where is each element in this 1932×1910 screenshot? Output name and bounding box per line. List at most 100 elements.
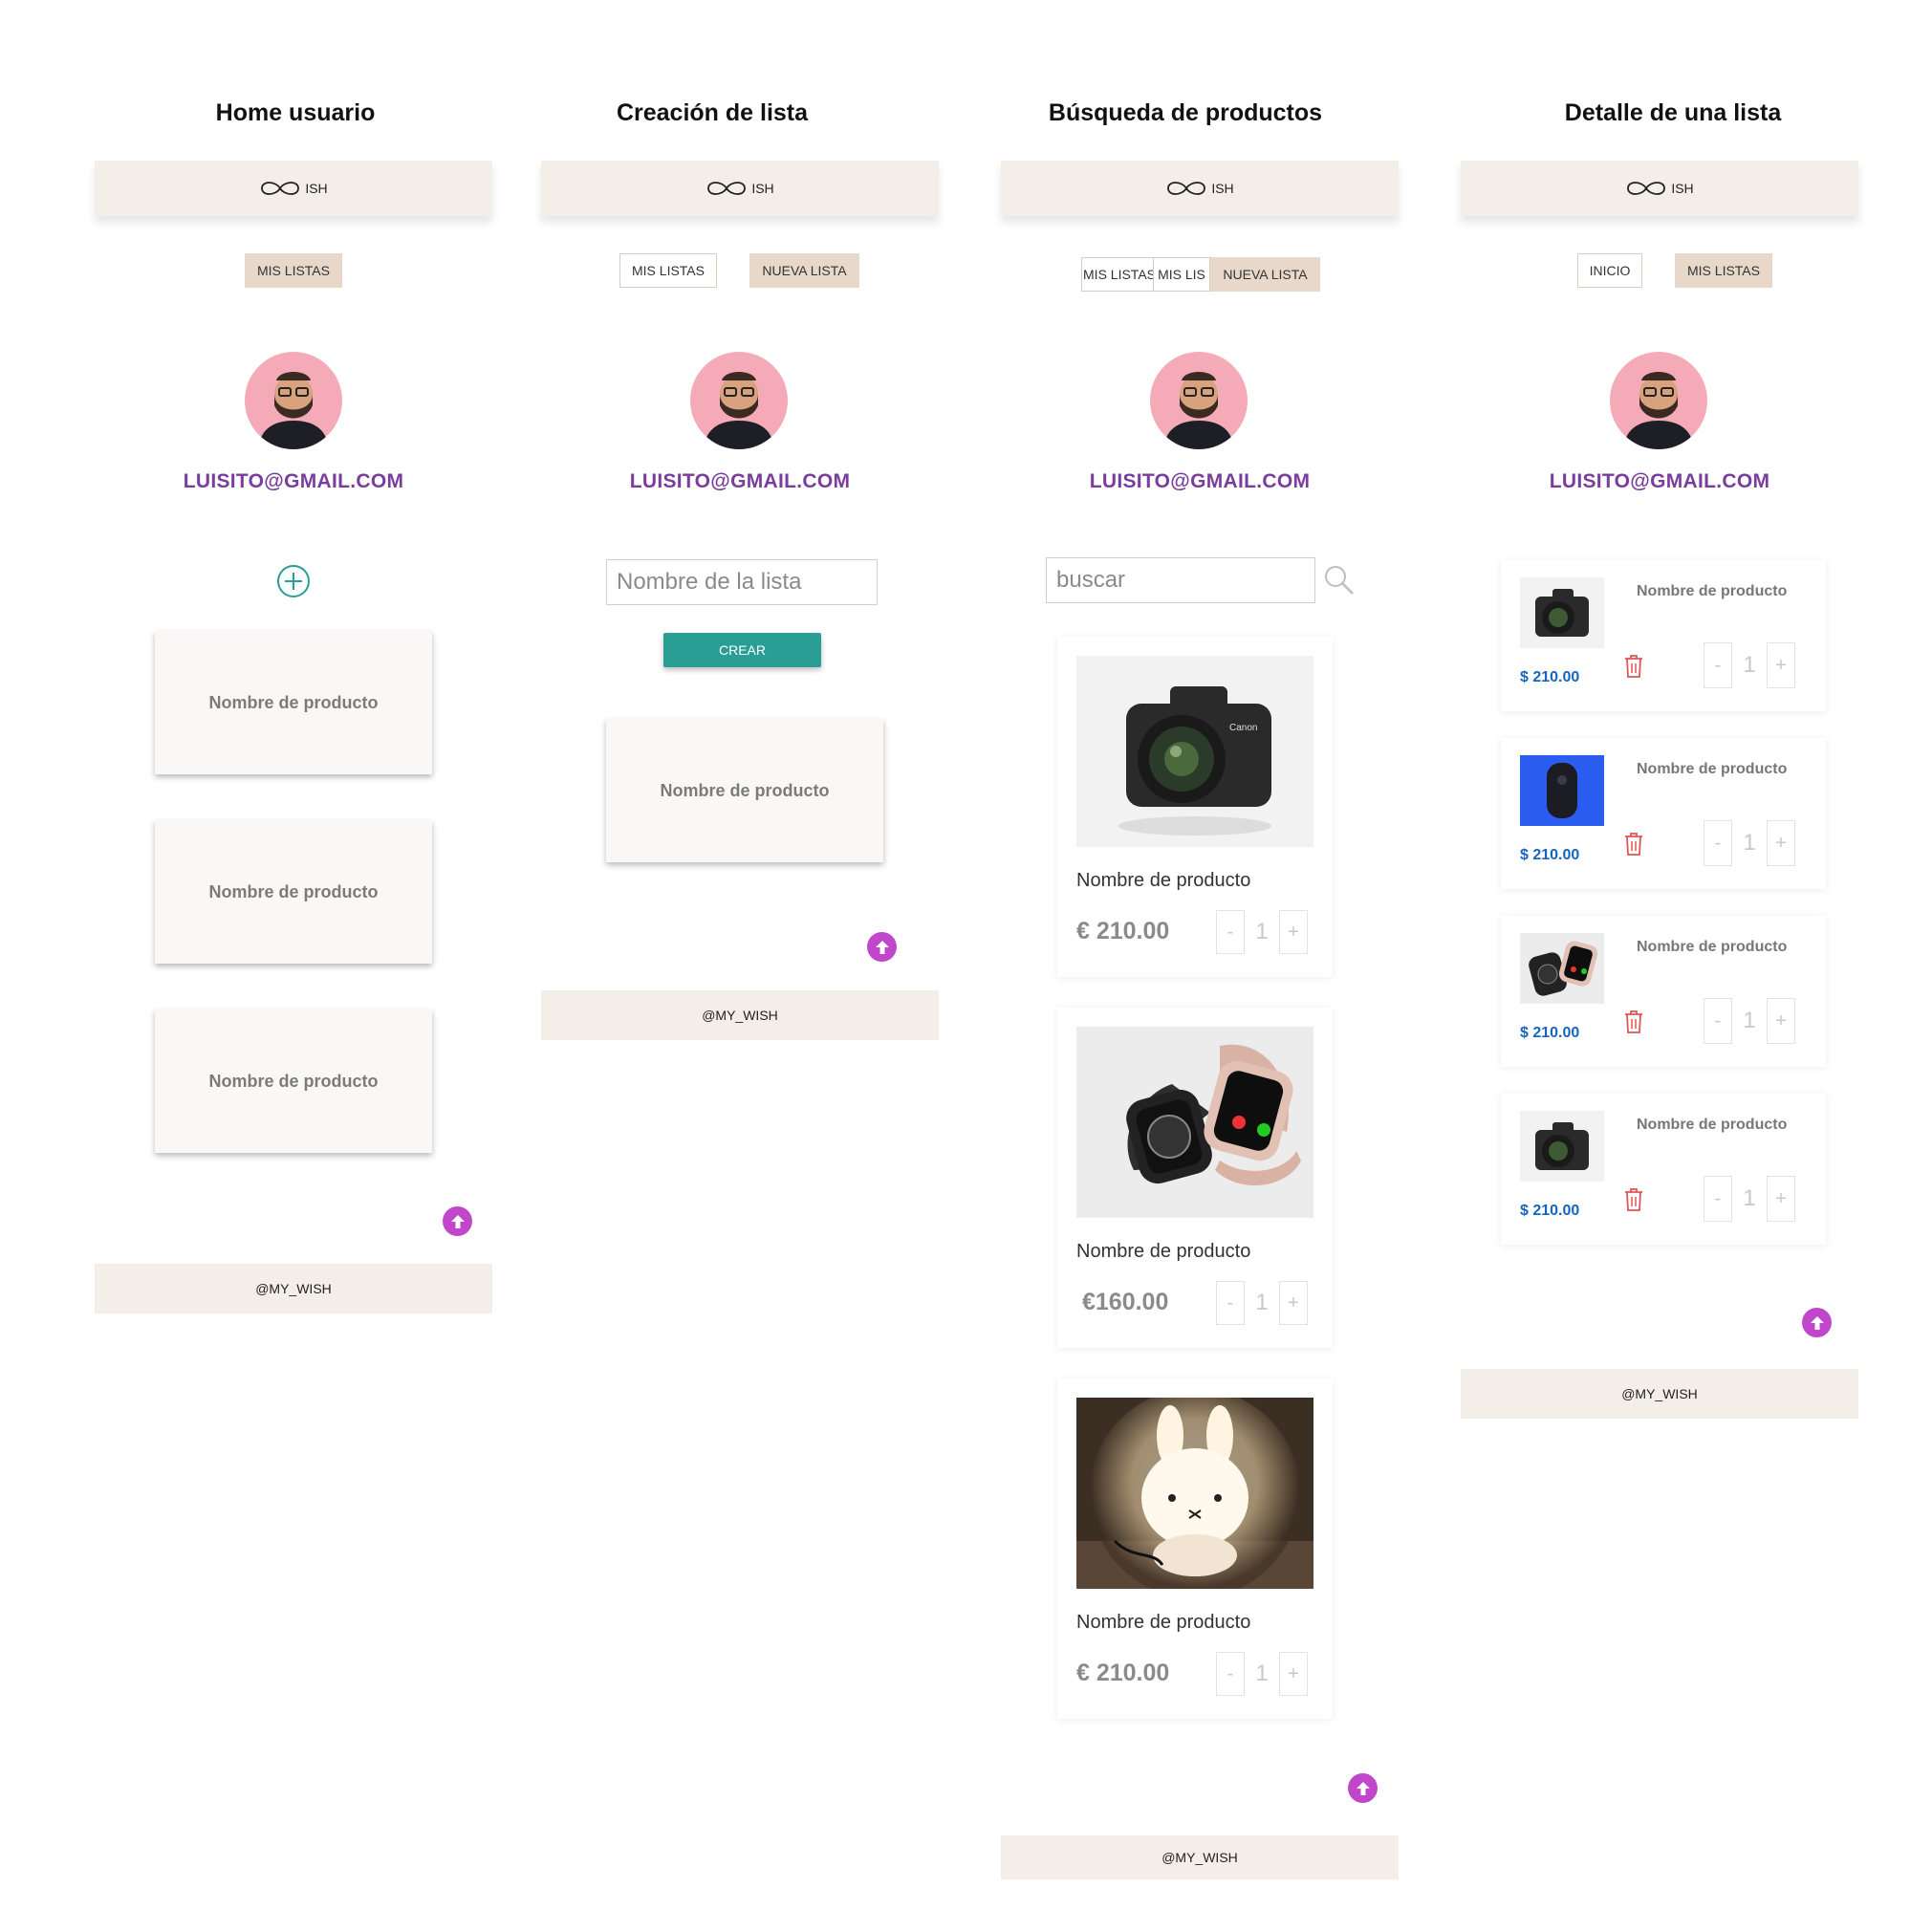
- quantity-stepper: - 1 +: [1704, 1176, 1795, 1222]
- crear-button[interactable]: CREAR: [663, 633, 821, 667]
- delete-button[interactable]: [1623, 1009, 1644, 1039]
- item-image-tracker: [1520, 755, 1604, 826]
- product-card[interactable]: Canon Nombre de producto € 210.00 - 1 +: [1057, 637, 1333, 977]
- item-name: Nombre de producto: [1637, 761, 1788, 777]
- svg-text:Canon: Canon: [1229, 723, 1257, 733]
- screen-title: Detalle de una lista: [1564, 99, 1782, 126]
- qty-minus-button[interactable]: -: [1216, 1652, 1245, 1696]
- user-email: LUISITO@GMAIL.COM: [1549, 470, 1770, 492]
- nav-mis-listas-duplicate[interactable]: MIS LIS: [1153, 257, 1210, 292]
- item-image-smartwatch: [1520, 933, 1604, 1004]
- qty-value: 1: [1255, 1290, 1269, 1315]
- infinity-logo-icon: [261, 182, 300, 195]
- infinity-logo-icon: [1167, 182, 1206, 195]
- search-button[interactable]: [1323, 564, 1356, 597]
- qty-minus-button[interactable]: -: [1216, 910, 1245, 954]
- product-price: € 210.00: [1076, 1660, 1170, 1686]
- list-item[interactable]: Nombre de producto $ 210.00 - 1 +: [1501, 738, 1826, 889]
- list-item[interactable]: Nombre de producto $ 210.00 - 1 +: [1501, 560, 1826, 711]
- quantity-stepper: - 1 +: [1216, 910, 1308, 954]
- user-email: LUISITO@GMAIL.COM: [183, 470, 404, 492]
- product-card[interactable]: Nombre de producto € 210.00 - 1 +: [1057, 1378, 1333, 1719]
- list-item[interactable]: Nombre de producto $ 210.00 - 1 +: [1501, 916, 1826, 1067]
- footer: @MY_WISH: [1461, 1369, 1858, 1419]
- logo-text: ISH: [751, 181, 774, 196]
- qty-minus-button[interactable]: -: [1216, 1281, 1245, 1325]
- item-price: $ 210.00: [1520, 1203, 1580, 1219]
- scroll-top-button[interactable]: [867, 932, 897, 962]
- nav-inicio[interactable]: INICIO: [1577, 253, 1642, 288]
- plus-circle-icon: [277, 565, 310, 597]
- quantity-stepper: - 1 +: [1216, 1281, 1308, 1325]
- item-price: $ 210.00: [1520, 1025, 1580, 1041]
- nav-mis-listas[interactable]: MIS LISTAS: [245, 253, 342, 288]
- qty-plus-button[interactable]: +: [1767, 820, 1795, 866]
- product-card[interactable]: Nombre de producto €160.00 - 1 +: [1057, 1008, 1333, 1348]
- list-card[interactable]: Nombre de producto: [155, 631, 432, 774]
- user-email: LUISITO@GMAIL.COM: [629, 470, 851, 492]
- qty-value: 1: [1255, 919, 1269, 944]
- qty-plus-button[interactable]: +: [1767, 998, 1795, 1044]
- nav-nueva-lista[interactable]: NUEVA LISTA: [749, 253, 859, 288]
- product-price: € 210.00: [1076, 918, 1170, 944]
- item-name: Nombre de producto: [1637, 1117, 1788, 1133]
- footer: @MY_WISH: [95, 1264, 492, 1313]
- quantity-stepper: - 1 +: [1704, 820, 1795, 866]
- product-name: Nombre de producto: [1076, 1612, 1251, 1633]
- arrow-up-icon: [1810, 1315, 1824, 1330]
- avatar: [1150, 352, 1248, 449]
- list-card[interactable]: Nombre de producto: [606, 719, 883, 862]
- list-item[interactable]: Nombre de producto $ 210.00 - 1 +: [1501, 1094, 1826, 1245]
- qty-minus-button[interactable]: -: [1704, 820, 1732, 866]
- product-price: €160.00: [1082, 1289, 1169, 1315]
- infinity-logo-icon: [707, 182, 747, 195]
- nav-mis-listas[interactable]: MIS LISTAS: [1081, 257, 1158, 292]
- add-list-button[interactable]: [276, 564, 311, 598]
- qty-minus-button[interactable]: -: [1704, 1176, 1732, 1222]
- list-card[interactable]: Nombre de producto: [155, 820, 432, 964]
- quantity-stepper: - 1 +: [1704, 642, 1795, 688]
- scroll-top-button[interactable]: [443, 1206, 472, 1236]
- arrow-up-icon: [875, 940, 889, 954]
- item-image-camera: [1520, 1111, 1604, 1182]
- nav-mis-listas[interactable]: MIS LISTAS: [619, 253, 717, 288]
- screen-title: Búsqueda de productos: [1048, 99, 1323, 126]
- scroll-top-button[interactable]: [1348, 1773, 1378, 1803]
- item-price: $ 210.00: [1520, 669, 1580, 685]
- app-header: ISH: [1001, 161, 1399, 216]
- delete-button[interactable]: [1623, 654, 1644, 684]
- arrow-up-icon: [1356, 1781, 1370, 1795]
- qty-plus-button[interactable]: +: [1279, 1281, 1308, 1325]
- product-name: Nombre de producto: [1076, 1241, 1251, 1262]
- screen-title: Home usuario: [215, 99, 376, 126]
- list-name-input[interactable]: Nombre de la lista: [606, 559, 878, 605]
- qty-value: 1: [1743, 830, 1756, 856]
- qty-plus-button[interactable]: +: [1279, 1652, 1308, 1696]
- product-image-camera: Canon: [1076, 656, 1313, 847]
- qty-plus-button[interactable]: +: [1767, 1176, 1795, 1222]
- trash-icon: [1625, 655, 1642, 678]
- scroll-top-button[interactable]: [1802, 1308, 1832, 1337]
- list-card[interactable]: Nombre de producto: [155, 1009, 432, 1153]
- qty-plus-button[interactable]: +: [1767, 642, 1795, 688]
- nav-mis-listas[interactable]: MIS LISTAS: [1675, 253, 1772, 288]
- delete-button[interactable]: [1623, 1187, 1644, 1217]
- footer: @MY_WISH: [1001, 1835, 1399, 1879]
- qty-value: 1: [1743, 1008, 1756, 1033]
- item-price: $ 210.00: [1520, 847, 1580, 863]
- qty-minus-button[interactable]: -: [1704, 998, 1732, 1044]
- delete-button[interactable]: [1623, 832, 1644, 861]
- avatar: [245, 352, 342, 449]
- search-input[interactable]: buscar: [1046, 557, 1315, 603]
- product-image-bunny-lamp: [1076, 1398, 1313, 1589]
- trash-icon: [1625, 1010, 1642, 1033]
- quantity-stepper: - 1 +: [1704, 998, 1795, 1044]
- qty-value: 1: [1255, 1660, 1269, 1686]
- trash-icon: [1625, 833, 1642, 856]
- infinity-logo-icon: [1627, 182, 1666, 195]
- qty-plus-button[interactable]: +: [1279, 910, 1308, 954]
- footer: @MY_WISH: [541, 990, 939, 1040]
- search-icon: [1325, 566, 1354, 595]
- nav-nueva-lista[interactable]: NUEVA LISTA: [1210, 257, 1320, 292]
- qty-minus-button[interactable]: -: [1704, 642, 1732, 688]
